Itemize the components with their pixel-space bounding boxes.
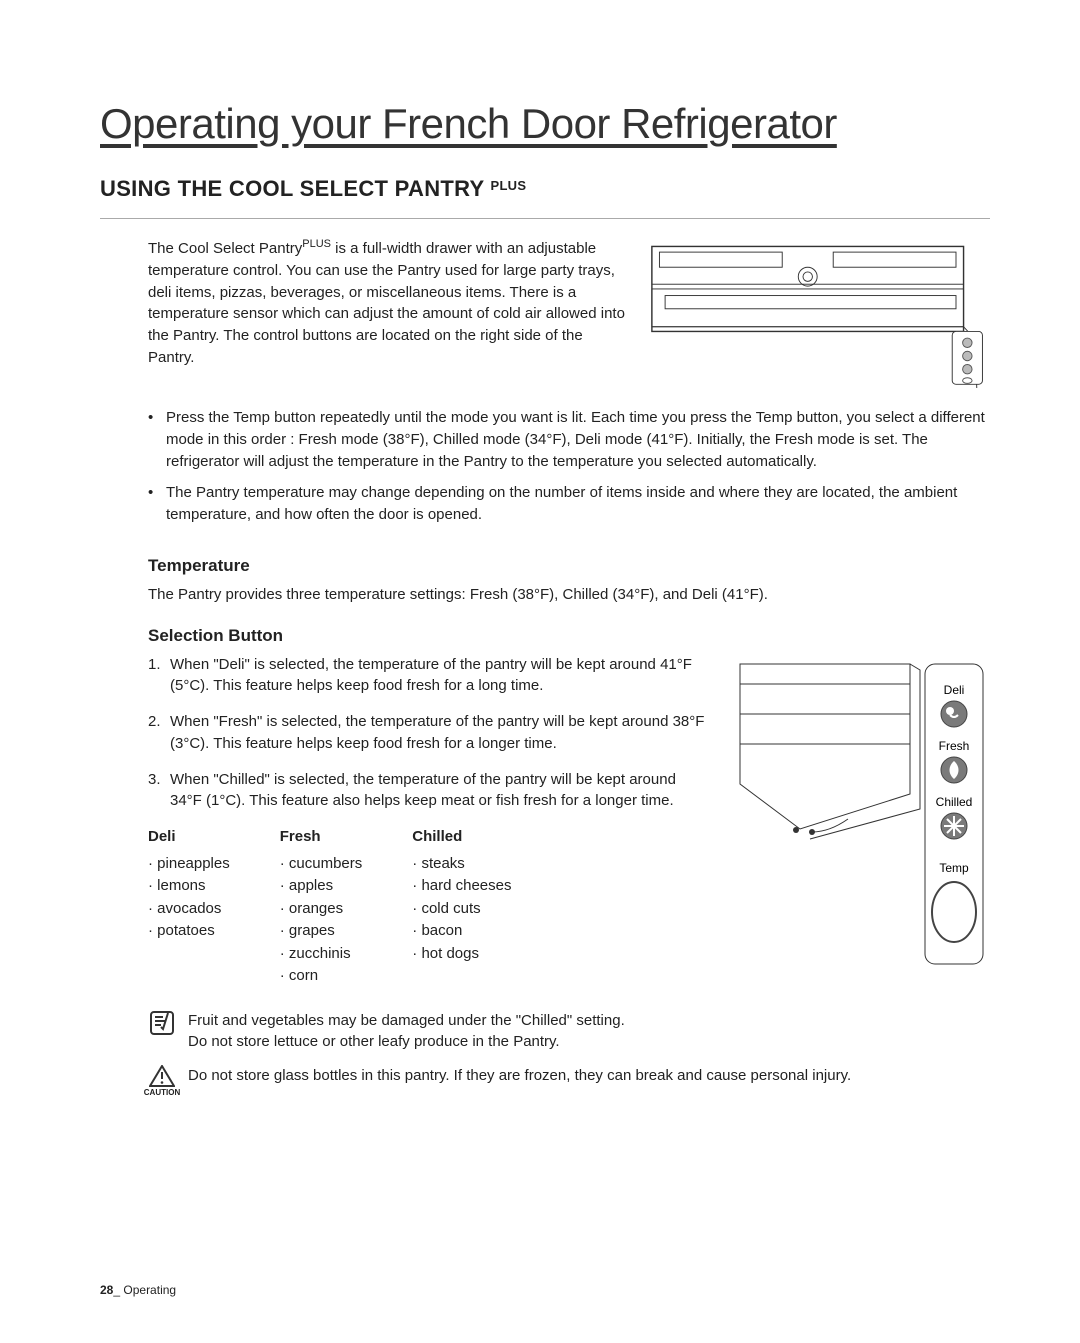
food-list: pineapples lemons avocados potatoes (148, 853, 230, 943)
footer-section: Operating (120, 1283, 176, 1297)
note-row: Fruit and vegetables may be damaged unde… (148, 1010, 990, 1054)
bullet-list: Press the Temp button repeatedly until t… (148, 407, 990, 526)
selection-heading: Selection Button (148, 626, 990, 646)
note-line: Do not store lettuce or other leafy prod… (188, 1031, 625, 1053)
step-item: When "Chilled" is selected, the temperat… (148, 769, 710, 813)
page-footer: 28_ Operating (100, 1283, 176, 1297)
selection-steps: When "Deli" is selected, the temperature… (148, 654, 710, 813)
caution-icon: CAUTION (148, 1065, 176, 1099)
food-item: bacon (412, 920, 511, 943)
intro-paragraph: The Cool Select PantryPLUS is a full-wid… (148, 237, 630, 393)
section-heading-text: USING THE COOL SELECT PANTRY (100, 176, 484, 202)
page-number: 28 (100, 1283, 113, 1297)
drawer-svg (650, 237, 990, 388)
food-item: pineapples (148, 853, 230, 876)
manual-page: Operating your French Door Refrigerator … (0, 0, 1080, 1343)
food-item: hard cheeses (412, 875, 511, 898)
caution-triangle-icon (149, 1065, 175, 1087)
intro-rest: is a full-width drawer with an adjustabl… (148, 240, 625, 366)
food-col-chilled: Chilled steaks hard cheeses cold cuts ba… (412, 826, 511, 988)
food-list: cucumbers apples oranges grapes zucchini… (280, 853, 363, 988)
drawer-illustration (650, 237, 990, 393)
food-list: steaks hard cheeses cold cuts bacon hot … (412, 853, 511, 966)
control-panel-svg: Deli Fresh Chilled Temp (730, 654, 990, 974)
panel-label-fresh: Fresh (939, 739, 970, 753)
food-col-head: Deli (148, 826, 230, 849)
temperature-heading: Temperature (148, 556, 990, 576)
selection-row: When "Deli" is selected, the temperature… (148, 654, 990, 988)
food-item: cold cuts (412, 898, 511, 921)
page-title: Operating your French Door Refrigerator (100, 100, 990, 148)
note-text: Fruit and vegetables may be damaged unde… (188, 1010, 625, 1054)
food-col-head: Chilled (412, 826, 511, 849)
food-item: lemons (148, 875, 230, 898)
section-heading-sup: PLUS (490, 178, 526, 193)
bullet-item: Press the Temp button repeatedly until t… (148, 407, 990, 472)
selection-text: When "Deli" is selected, the temperature… (148, 654, 710, 988)
food-item: cucumbers (280, 853, 363, 876)
food-col-deli: Deli pineapples lemons avocados potatoes (148, 826, 230, 988)
panel-label-deli: Deli (944, 683, 965, 697)
temperature-body: The Pantry provides three temperature se… (148, 584, 990, 606)
caution-label: CAUTION (144, 1087, 180, 1099)
food-col-head: Fresh (280, 826, 363, 849)
divider (100, 218, 990, 219)
panel-label-temp: Temp (939, 861, 969, 875)
note-line: Fruit and vegetables may be damaged unde… (188, 1010, 625, 1032)
food-item: potatoes (148, 920, 230, 943)
food-item: oranges (280, 898, 363, 921)
intro-sup: PLUS (302, 238, 331, 250)
food-col-fresh: Fresh cucumbers apples oranges grapes zu… (280, 826, 363, 988)
food-columns: Deli pineapples lemons avocados potatoes… (148, 826, 710, 988)
content-block: The Cool Select PantryPLUS is a full-wid… (100, 237, 990, 1099)
section-heading: USING THE COOL SELECT PANTRY PLUS (100, 176, 990, 202)
food-item: steaks (412, 853, 511, 876)
note-symbol-icon (149, 1010, 175, 1036)
bullet-item: The Pantry temperature may change depend… (148, 482, 990, 526)
food-item: apples (280, 875, 363, 898)
caution-text: Do not store glass bottles in this pantr… (188, 1065, 851, 1087)
intro-prefix: The Cool Select Pantry (148, 240, 302, 257)
note-icon (148, 1010, 176, 1036)
intro-row: The Cool Select PantryPLUS is a full-wid… (148, 237, 990, 393)
food-item: zucchinis (280, 943, 363, 966)
food-item: hot dogs (412, 943, 511, 966)
step-item: When "Fresh" is selected, the temperatur… (148, 711, 710, 755)
panel-label-chilled: Chilled (936, 795, 973, 809)
food-item: grapes (280, 920, 363, 943)
step-item: When "Deli" is selected, the temperature… (148, 654, 710, 698)
caution-row: CAUTION Do not store glass bottles in th… (148, 1065, 990, 1099)
control-panel-illustration: Deli Fresh Chilled Temp (730, 654, 990, 988)
food-item: avocados (148, 898, 230, 921)
food-item: corn (280, 965, 363, 988)
